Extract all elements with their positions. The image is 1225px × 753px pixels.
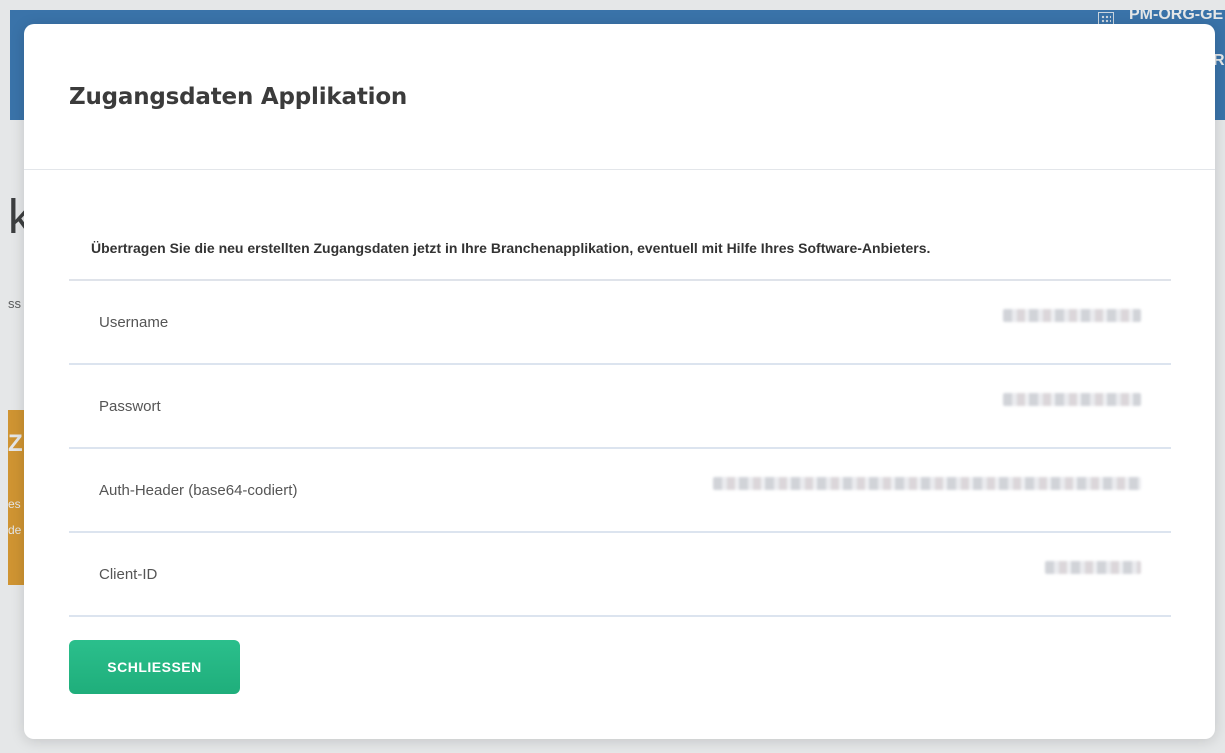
close-button[interactable]: SCHLIESSEN [69,640,240,694]
credentials-dialog: Zugangsdaten Applikation Übertragen Sie … [24,24,1215,739]
credential-label: Passwort [99,397,161,415]
credential-value-blurred[interactable] [713,476,1141,490]
credential-row-client-id: Client-ID [69,533,1171,617]
credential-row-auth-header: Auth-Header (base64-codiert) [69,449,1171,533]
dialog-body: Übertragen Sie die neu erstellten Zugang… [24,240,1215,617]
credential-row-username: Username [69,281,1171,365]
credential-label: Username [99,313,169,331]
credential-value-blurred[interactable] [1003,308,1141,322]
dialog-header: Zugangsdaten Applikation [24,24,1215,170]
credential-label: Auth-Header (base64-codiert) [99,481,298,499]
credential-value-blurred[interactable] [1045,560,1141,574]
credential-row-password: Passwort [69,365,1171,449]
credentials-table: Username Passwort Auth-Header (base64-co… [69,279,1171,617]
dialog-instructions: Übertragen Sie die neu erstellten Zugang… [91,240,931,256]
credential-value-blurred[interactable] [1003,392,1141,406]
dialog-title: Zugangsdaten Applikation [69,83,408,110]
credential-label: Client-ID [99,565,158,583]
